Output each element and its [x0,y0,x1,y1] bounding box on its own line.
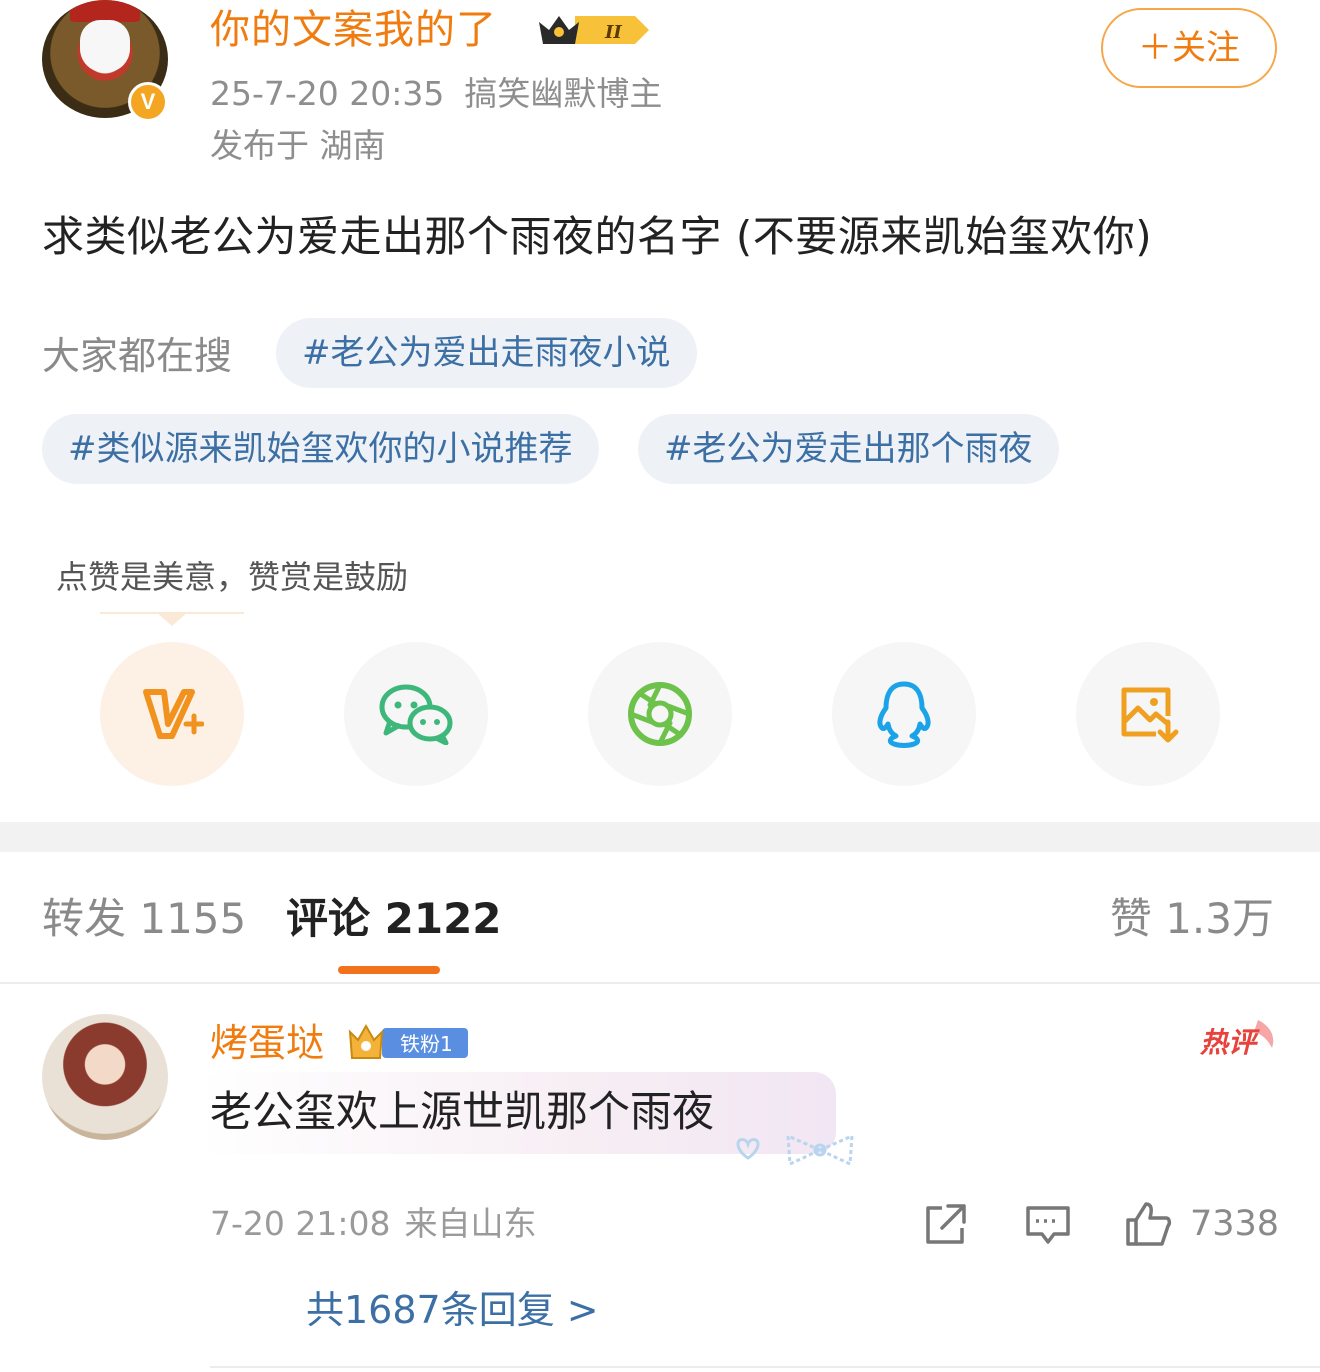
comment-time: 7-20 21:08 [210,1204,391,1243]
hot-comment-badge: 热评 [1200,1020,1274,1059]
fan-level-badge[interactable]: 铁粉1 [346,1020,470,1064]
fan-badge-text: 铁粉1 [400,1032,453,1056]
view-replies-link[interactable]: 共1687条回复 > [306,1282,599,1338]
save-image-button[interactable] [1076,642,1220,786]
comment-like-count: 7338 [1190,1204,1280,1244]
tab-comment[interactable]: 评论 2122 [286,888,502,950]
reward-v-plus-icon [143,689,204,739]
tab-repost[interactable]: 转发 1155 [42,888,246,950]
post-location: 发布于 湖南 [210,126,386,165]
share-moments-button[interactable] [588,642,732,786]
follow-button[interactable]: ＋关注 [1101,8,1277,88]
share-qq-button[interactable] [832,642,976,786]
member-crown-badge-icon[interactable]: II [535,10,651,50]
repost-icon[interactable] [922,1200,970,1248]
reward-button[interactable] [100,642,244,786]
wechat-icon [379,684,453,745]
author-name[interactable]: 你的文案我的了 [210,2,497,58]
commenter-avatar[interactable] [42,1014,168,1140]
active-tab-indicator [338,966,440,974]
like-thumb-icon[interactable] [1124,1200,1172,1248]
post-meta: 25-7-20 20:35 搞笑幽默博主 [210,70,662,118]
hot-comment-text: 热评 [1200,1026,1260,1059]
post-time: 25-7-20 20:35 [210,74,445,113]
post-text: 求类似老公为爱走出那个雨夜的名字 (不要源来凯始玺欢你) [42,212,1153,261]
comment-divider [210,1366,1320,1368]
bow-decoration-icon [736,1133,854,1167]
tab-like[interactable]: 赞 1.3万 [1110,888,1274,950]
section-divider [0,822,1320,852]
commenter-name[interactable]: 烤蛋垯 [210,1014,324,1072]
comment-source: 来自山东 [404,1204,537,1243]
comment-icon[interactable] [1024,1200,1072,1248]
search-tag[interactable]: #老公为爱出走雨夜小说 [276,318,697,388]
trending-search-label: 大家都在搜 [42,334,233,378]
moments-icon [628,682,692,746]
search-tag[interactable]: #类似源来凯始玺欢你的小说推荐 [42,414,599,484]
comment-meta: 7-20 21:08 来自山东 [210,1198,537,1250]
member-level-text: II [604,22,622,43]
verified-badge-icon: V [128,82,168,122]
tip-pointer [156,612,188,626]
qq-icon [877,681,931,748]
save-image-icon [1121,687,1179,743]
share-wechat-button[interactable] [344,642,488,786]
tabs-divider [0,982,1320,984]
search-tag[interactable]: #老公为爱走出那个雨夜 [638,414,1059,484]
author-role: 搞笑幽默博主 [464,74,663,113]
comment-text: 老公玺欢上源世凯那个雨夜 [210,1087,715,1136]
reward-tip: 点赞是美意，赞赏是鼓励 [56,558,409,596]
